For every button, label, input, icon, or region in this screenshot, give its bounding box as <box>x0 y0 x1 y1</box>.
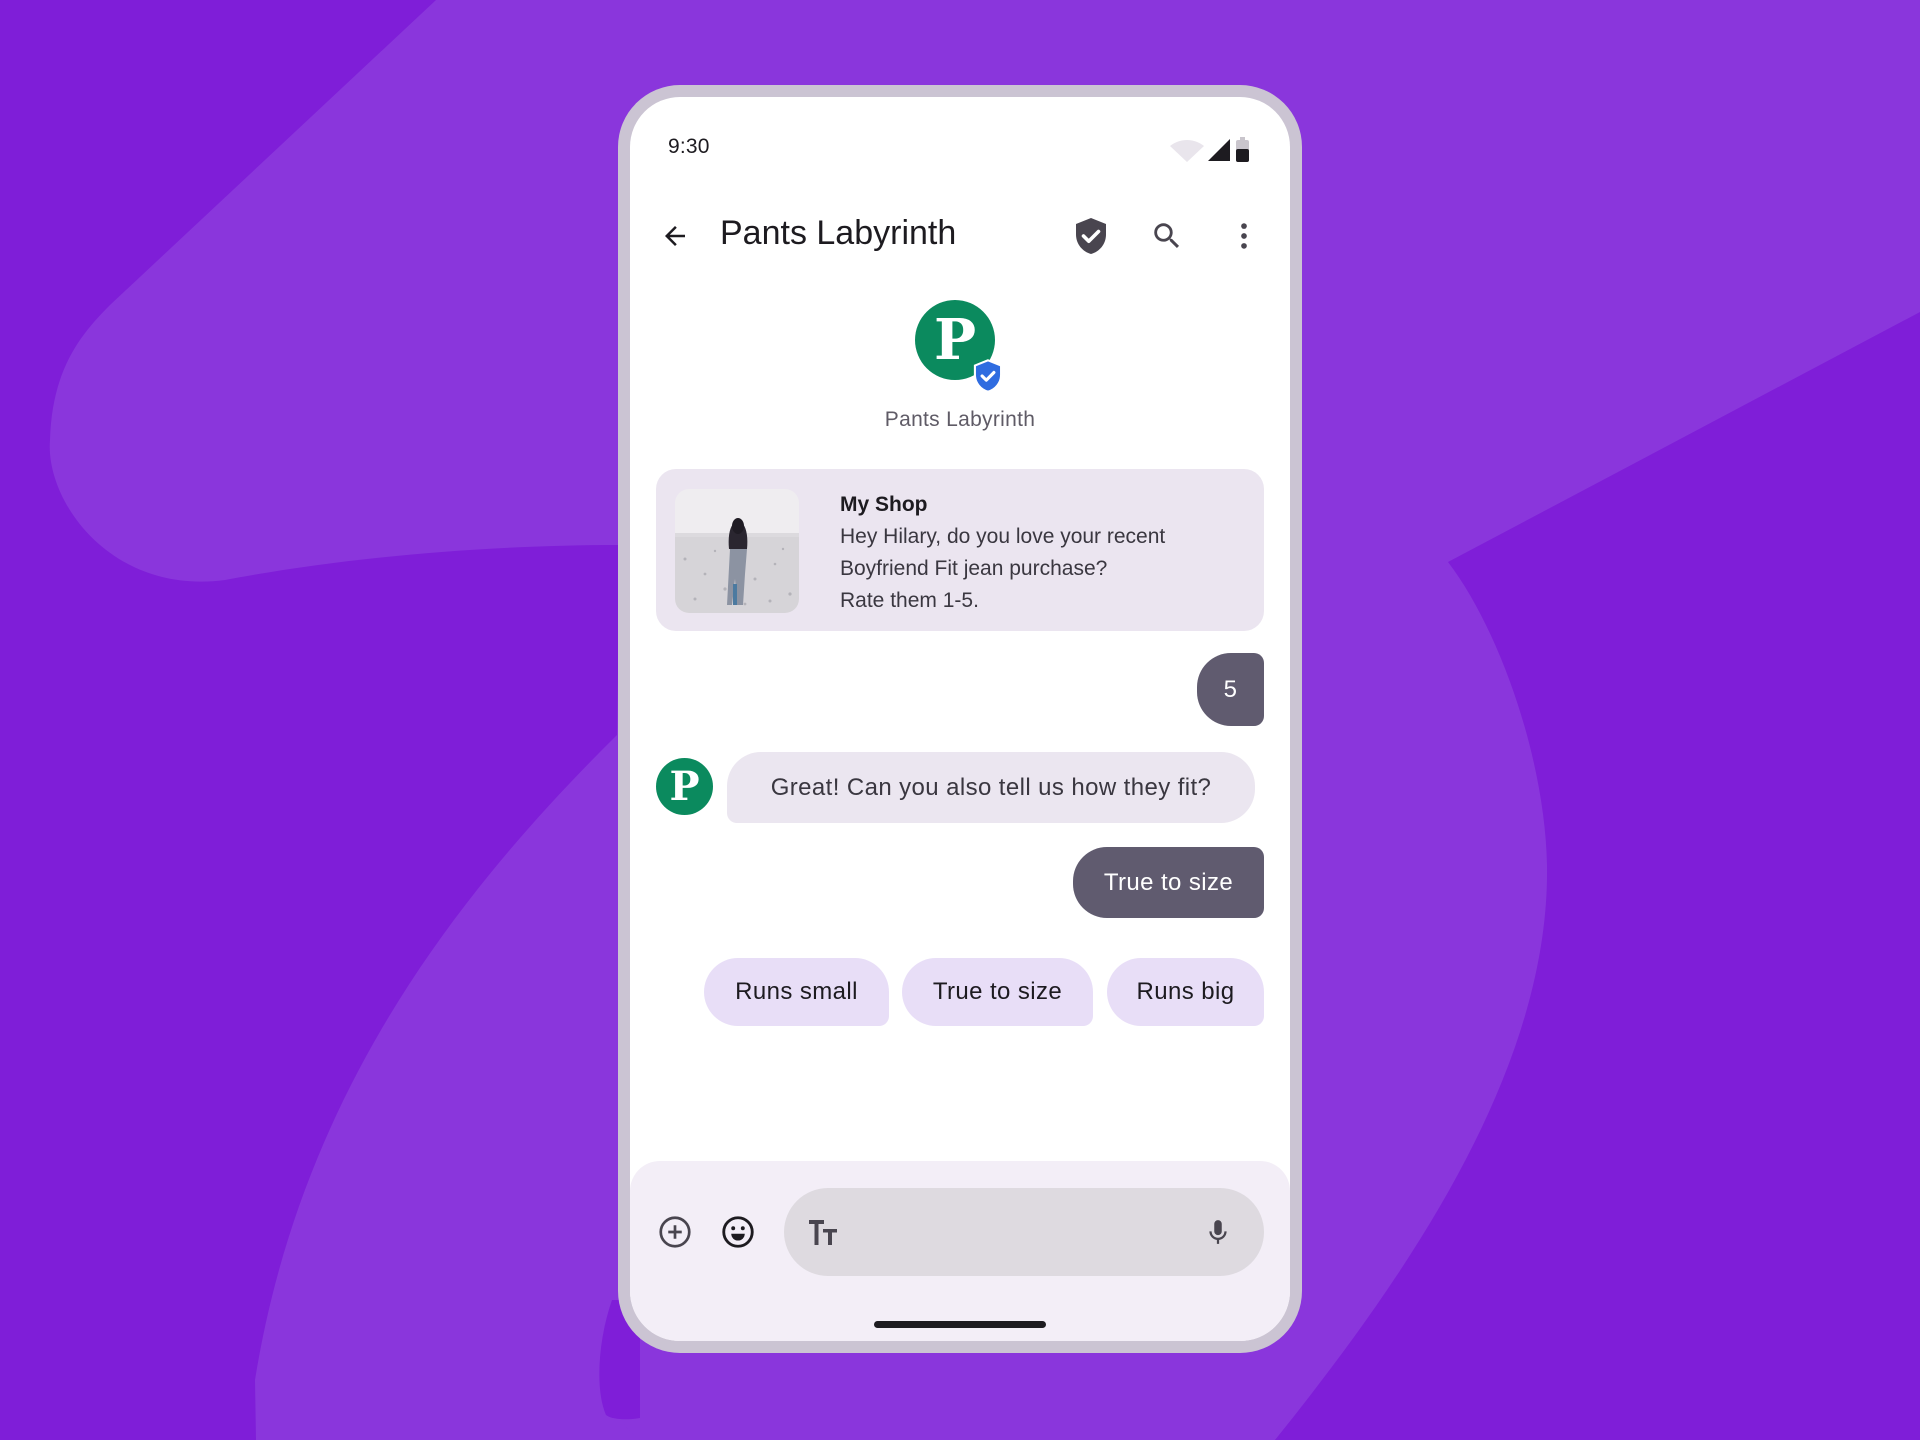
composer-bar <box>630 1161 1290 1341</box>
chip-label: Runs big <box>1136 978 1235 1005</box>
wifi-icon <box>1170 140 1204 162</box>
sender-avatar[interactable]: P <box>656 758 713 815</box>
home-indicator[interactable] <box>874 1321 1046 1328</box>
status-time: 9:30 <box>668 135 710 158</box>
rich-card-title: My Shop <box>840 493 928 516</box>
emoji-icon <box>722 1216 754 1248</box>
verified-sender-button[interactable] <box>1067 212 1115 260</box>
message-input[interactable] <box>784 1188 1264 1276</box>
background-swoosh-lower <box>255 735 640 1440</box>
arrow-back-icon <box>665 226 685 246</box>
verified-shield-icon <box>1076 218 1106 254</box>
business-name: Pants Labyrinth <box>884 408 1036 431</box>
mic-icon <box>1209 1220 1227 1244</box>
rich-card-line: Boyfriend Fit jean purchase? <box>840 557 1108 580</box>
message-text: 5 <box>1223 675 1238 703</box>
rich-card-line: Hey Hilary, do you love your recent <box>840 525 1166 548</box>
add-circle-icon <box>659 1216 691 1248</box>
sender-avatar-letter: P <box>669 763 700 810</box>
rich-card-content: My Shop Hey Hilary, do you love your rec… <box>840 489 1250 617</box>
rich-card-line: Rate them 1-5. <box>840 589 979 612</box>
message-text: True to size <box>1103 868 1234 896</box>
outgoing-message-bubble[interactable]: 5 <box>1197 653 1264 726</box>
more-options-button[interactable] <box>1220 212 1268 260</box>
phone-screen: 9:30 Pants Labyrinth P Pants Labyrinth M… <box>630 97 1290 1341</box>
voice-input-button[interactable] <box>1194 1208 1242 1256</box>
phone-frame: 9:30 Pants Labyrinth P Pants Labyrinth M… <box>618 85 1302 1353</box>
emoji-button[interactable] <box>714 1208 762 1256</box>
chip-label: True to size <box>932 978 1063 1005</box>
message-text: Great! Can you also tell us how they fit… <box>770 773 1212 801</box>
search-button[interactable] <box>1143 212 1191 260</box>
business-avatar-letter: P <box>933 307 977 373</box>
search-icon <box>1154 223 1180 249</box>
conversation-title: Pants Labyrinth <box>720 214 957 252</box>
rich-card[interactable]: My Shop Hey Hilary, do you love your rec… <box>656 469 1264 631</box>
status-icons <box>1166 137 1256 163</box>
more-vert-icon <box>1241 223 1247 249</box>
back-button[interactable] <box>651 212 699 260</box>
verified-badge-icon <box>973 359 1003 393</box>
text-format-icon <box>809 1220 837 1245</box>
text-format-button[interactable] <box>800 1208 848 1256</box>
suggested-reply-chip[interactable]: Runs big <box>1107 958 1264 1026</box>
suggested-reply-chip[interactable]: Runs small <box>704 958 889 1026</box>
incoming-message-bubble[interactable]: Great! Can you also tell us how they fit… <box>727 752 1255 823</box>
suggested-reply-chip[interactable]: True to size <box>902 958 1093 1026</box>
chip-label: Runs small <box>735 978 858 1005</box>
outgoing-message-bubble[interactable]: True to size <box>1073 847 1264 918</box>
add-attachment-button[interactable] <box>651 1208 699 1256</box>
cellular-signal-icon <box>1208 139 1230 161</box>
battery-icon <box>1236 137 1249 162</box>
rich-card-image <box>675 489 799 613</box>
